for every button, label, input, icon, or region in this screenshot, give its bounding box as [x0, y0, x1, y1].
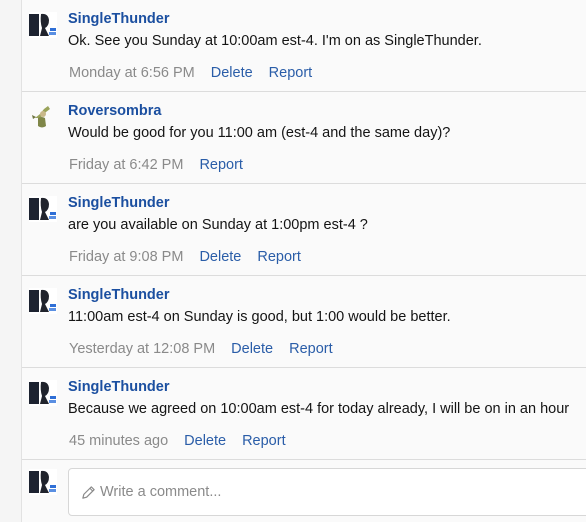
delete-link[interactable]: Delete [231, 341, 273, 357]
current-user-avatar [29, 469, 57, 495]
comment-item: SingleThunder are you available on Sunda… [22, 184, 586, 276]
comment-text: 11:00am est-4 on Sunday is good, but 1:0… [68, 309, 451, 325]
comment-input-placeholder: Write a comment... [100, 484, 222, 500]
delete-link[interactable]: Delete [184, 433, 226, 449]
comment-author[interactable]: Roversombra [68, 103, 161, 119]
comment-timestamp: Friday at 9:08 PM [69, 249, 184, 265]
comment-meta: 45 minutes ago Delete Report [69, 433, 286, 449]
comment-meta: Yesterday at 12:08 PM Delete Report [69, 341, 333, 357]
comment-meta: Monday at 6:56 PM Delete Report [69, 65, 312, 81]
single-thunder-avatar[interactable] [29, 380, 57, 406]
comment-text: are you available on Sunday at 1:00pm es… [68, 217, 368, 233]
comment-author[interactable]: SingleThunder [68, 11, 170, 27]
report-link[interactable]: Report [269, 65, 313, 81]
comment-text: Ok. See you Sunday at 10:00am est-4. I'm… [68, 33, 482, 49]
comment-text: Would be good for you 11:00 am (est-4 an… [68, 125, 451, 141]
report-link[interactable]: Report [199, 157, 243, 173]
comment-item: SingleThunder Ok. See you Sunday at 10:0… [22, 0, 586, 92]
comment-meta: Friday at 6:42 PM Report [69, 157, 243, 173]
report-link[interactable]: Report [289, 341, 333, 357]
roversombra-avatar[interactable] [29, 104, 57, 130]
comment-timestamp: 45 minutes ago [69, 433, 169, 449]
delete-link[interactable]: Delete [211, 65, 253, 81]
single-thunder-avatar[interactable] [29, 12, 57, 38]
comment-item: SingleThunder 11:00am est-4 on Sunday is… [22, 276, 586, 368]
pencil-icon [82, 486, 95, 499]
comments-panel: SingleThunder Ok. See you Sunday at 10:0… [21, 0, 586, 522]
comment-item: SingleThunder Because we agreed on 10:00… [22, 368, 586, 460]
comment-text: Because we agreed on 10:00am est-4 for t… [68, 401, 570, 417]
comment-timestamp: Friday at 6:42 PM [69, 157, 184, 173]
comment-timestamp: Yesterday at 12:08 PM [69, 341, 216, 357]
comment-item: Roversombra Would be good for you 11:00 … [22, 92, 586, 184]
single-thunder-avatar[interactable] [29, 196, 57, 222]
comment-author[interactable]: SingleThunder [68, 379, 170, 395]
delete-link[interactable]: Delete [199, 249, 241, 265]
single-thunder-avatar[interactable] [29, 288, 57, 314]
report-link[interactable]: Report [257, 249, 301, 265]
comment-input[interactable]: Write a comment... [68, 468, 586, 516]
left-gutter [0, 0, 21, 522]
comment-author[interactable]: SingleThunder [68, 287, 170, 303]
comment-timestamp: Monday at 6:56 PM [69, 65, 195, 81]
report-link[interactable]: Report [242, 433, 286, 449]
comment-author[interactable]: SingleThunder [68, 195, 170, 211]
comment-meta: Friday at 9:08 PM Delete Report [69, 249, 301, 265]
